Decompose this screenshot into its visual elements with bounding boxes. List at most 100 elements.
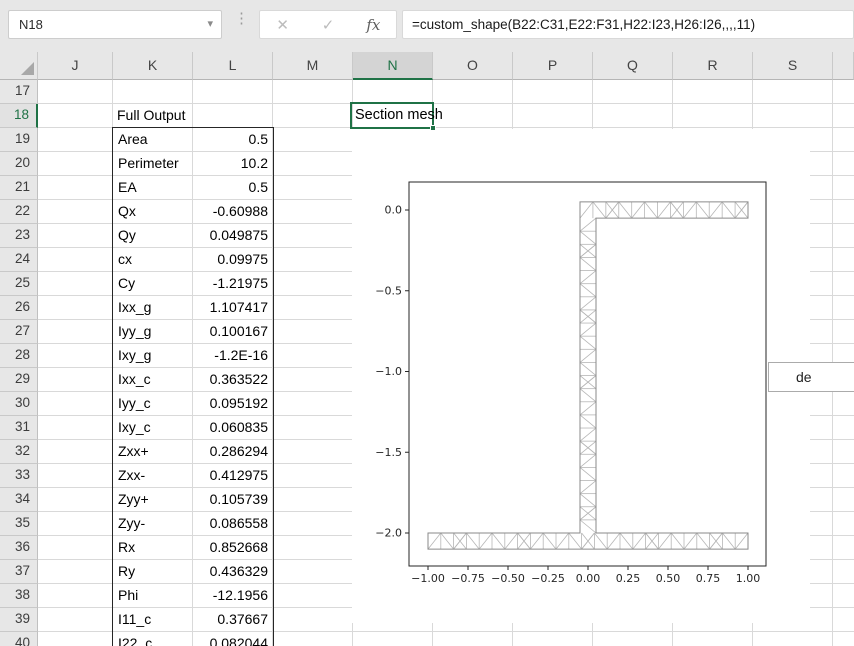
row-header-26[interactable]: 26	[0, 296, 38, 320]
table-row[interactable]: Zyy+ 0.105739	[113, 488, 273, 512]
row-label: Ixy_g	[118, 347, 152, 363]
section-mesh-chart[interactable]: −1.00 −0.75 −0.50 −0.25 0.00 0.25 0.50 0.75 1.00…	[352, 129, 810, 623]
svg-text:−0.75: −0.75	[451, 572, 485, 585]
table-row[interactable]: Area 0.5	[113, 128, 273, 152]
formula-buttons: ✕ ✓ fx	[259, 10, 397, 39]
row-header-35[interactable]: 35	[0, 512, 38, 536]
table-row[interactable]: Iyy_c 0.095192	[113, 392, 273, 416]
row-header-33[interactable]: 33	[0, 464, 38, 488]
row-value: 0.363522	[209, 371, 268, 387]
row-label: Ixx_c	[118, 371, 151, 387]
table-row[interactable]: Ixx_c 0.363522	[113, 368, 273, 392]
row-header-36[interactable]: 36	[0, 536, 38, 560]
name-box[interactable]: N18 ▾	[8, 10, 222, 39]
row-value: -1.21975	[212, 275, 268, 291]
table-row[interactable]: I22_c 0.082044	[113, 632, 273, 646]
row-value: 0.105739	[209, 491, 268, 507]
row-label: Qx	[118, 203, 136, 219]
row-header-19[interactable]: 19	[0, 128, 38, 152]
row-header-22[interactable]: 22	[0, 200, 38, 224]
row-label: cx	[118, 251, 132, 267]
row-label: Ry	[118, 563, 136, 579]
table-row[interactable]: Ixx_g 1.107417	[113, 296, 273, 320]
table-row[interactable]: EA 0.5	[113, 176, 273, 200]
row-header-23[interactable]: 23	[0, 224, 38, 248]
row-header-31[interactable]: 31	[0, 416, 38, 440]
table-row[interactable]: Ixy_c 0.060835	[113, 416, 273, 440]
confirm-entry-icon[interactable]: ✓	[305, 16, 350, 34]
row-value: 0.412975	[209, 467, 268, 483]
column-header-J[interactable]: J	[38, 52, 113, 80]
table-row[interactable]: Ixy_g -1.2E-16	[113, 344, 273, 368]
floating-tooltip-box[interactable]: de	[768, 362, 854, 392]
table-row[interactable]: Phi -12.1956	[113, 584, 273, 608]
row-header-18-selected[interactable]: 18	[0, 104, 38, 128]
table-row[interactable]: Ry 0.436329	[113, 560, 273, 584]
row-header-37[interactable]: 37	[0, 560, 38, 584]
table-row[interactable]: Perimeter 10.2	[113, 152, 273, 176]
row-header-20[interactable]: 20	[0, 152, 38, 176]
column-header-partial[interactable]	[833, 52, 854, 80]
row-header-30[interactable]: 30	[0, 392, 38, 416]
svg-text:0.0: 0.0	[385, 204, 403, 217]
row-header-24[interactable]: 24	[0, 248, 38, 272]
name-box-dropdown-icon[interactable]: ▾	[207, 11, 213, 38]
cell-n18-text: Section mesh	[355, 107, 443, 123]
row-header-40[interactable]: 40	[0, 632, 38, 646]
more-options-icon[interactable]: ⋮	[234, 11, 249, 26]
cell-k18-full-output[interactable]: Full Output	[117, 104, 185, 128]
row-header-32[interactable]: 32	[0, 440, 38, 464]
table-row[interactable]: Cy -1.21975	[113, 272, 273, 296]
column-header-L[interactable]: L	[193, 52, 273, 80]
row-header-27[interactable]: 27	[0, 320, 38, 344]
column-header-N-selected[interactable]: N	[353, 52, 433, 80]
row-header-17[interactable]: 17	[0, 80, 38, 104]
column-header-S[interactable]: S	[753, 52, 833, 80]
row-header-29[interactable]: 29	[0, 368, 38, 392]
table-row[interactable]: Zxx+ 0.286294	[113, 440, 273, 464]
table-row[interactable]: Qx -0.60988	[113, 200, 273, 224]
column-header-M[interactable]: M	[273, 52, 353, 80]
column-header-Q[interactable]: Q	[593, 52, 673, 80]
row-value: 0.086558	[209, 515, 268, 531]
column-header-O[interactable]: O	[433, 52, 513, 80]
row-header-25[interactable]: 25	[0, 272, 38, 296]
section-mesh-plot: −1.00 −0.75 −0.50 −0.25 0.00 0.25 0.50 0.75 1.00…	[375, 181, 767, 585]
cancel-entry-icon[interactable]: ✕	[260, 16, 305, 34]
column-header-P[interactable]: P	[513, 52, 593, 80]
select-all-button[interactable]	[0, 52, 38, 80]
table-row[interactable]: Rx 0.852668	[113, 536, 273, 560]
svg-text:0.25: 0.25	[616, 572, 641, 585]
row-value: 0.060835	[209, 419, 268, 435]
row-label: I22_c	[118, 635, 153, 646]
table-row[interactable]: Iyy_g 0.100167	[113, 320, 273, 344]
spreadsheet-app: N18 ▾ ⋮ ✕ ✓ fx =custom_shape(B22:C31,E22…	[0, 0, 854, 646]
table-row[interactable]: cx 0.09975	[113, 248, 273, 272]
row-value: 0.852668	[209, 539, 268, 555]
tooltip-text: de	[796, 369, 812, 385]
svg-text:0.75: 0.75	[696, 572, 721, 585]
fill-handle[interactable]	[430, 125, 436, 131]
row-header-28[interactable]: 28	[0, 344, 38, 368]
row-label: Zxx+	[118, 443, 149, 459]
svg-text:−2.0: −2.0	[375, 527, 402, 540]
table-row[interactable]: I11_c 0.37667	[113, 608, 273, 632]
selected-cell-n18[interactable]: Section mesh	[350, 102, 443, 131]
table-row[interactable]: Zxx- 0.412975	[113, 464, 273, 488]
row-header-39[interactable]: 39	[0, 608, 38, 632]
formula-bar: N18 ▾ ⋮ ✕ ✓ fx =custom_shape(B22:C31,E22…	[0, 0, 854, 52]
row-label: Zyy+	[118, 491, 149, 507]
row-header-34[interactable]: 34	[0, 488, 38, 512]
formula-input[interactable]: =custom_shape(B22:C31,E22:F31,H22:I23,H2…	[402, 10, 854, 39]
row-header-38[interactable]: 38	[0, 584, 38, 608]
row-header-21[interactable]: 21	[0, 176, 38, 200]
column-header-K[interactable]: K	[113, 52, 193, 80]
insert-function-icon[interactable]: fx	[351, 16, 396, 34]
row-label: Qy	[118, 227, 136, 243]
row-value: 0.09975	[217, 251, 268, 267]
table-row[interactable]: Qy 0.049875	[113, 224, 273, 248]
row-value: 0.100167	[209, 323, 268, 339]
table-row[interactable]: Zyy- 0.086558	[113, 512, 273, 536]
column-header-R[interactable]: R	[673, 52, 753, 80]
svg-text:−0.25: −0.25	[531, 572, 565, 585]
